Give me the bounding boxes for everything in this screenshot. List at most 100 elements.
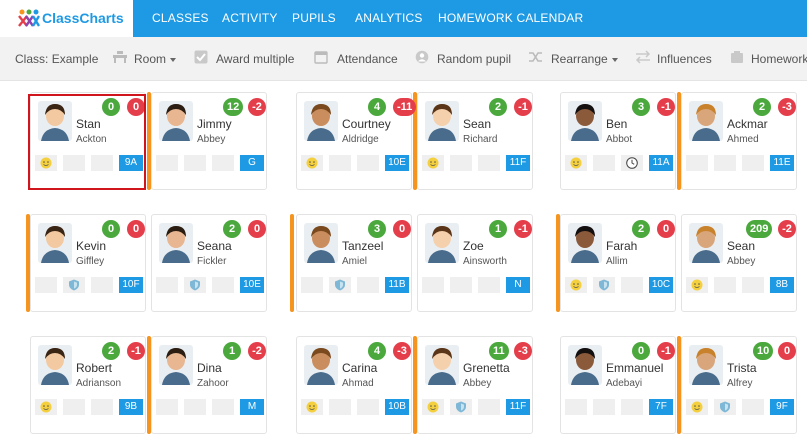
pupil-status-slot[interactable]	[478, 277, 500, 293]
pupil-status-slot[interactable]	[35, 277, 57, 293]
pupil-status-slot[interactable]	[450, 277, 472, 293]
pupil-status-slot[interactable]	[686, 399, 708, 415]
group-badge: 11F	[506, 399, 530, 415]
pupil-last-name: Aldridge	[342, 134, 379, 145]
pupil-status-slot[interactable]	[35, 155, 57, 171]
positive-points-badge: 11	[489, 342, 509, 360]
pupil-card[interactable]: 11 -3 Grenetta Abbey 11F	[417, 336, 533, 434]
pupil-status-slot[interactable]	[714, 155, 736, 171]
pupil-card[interactable]: 2 -1 Sean Richard 11F	[417, 92, 533, 190]
nav-activity[interactable]: ACTIVITY	[222, 11, 278, 25]
pupil-status-slot[interactable]	[91, 399, 113, 415]
attendance-button[interactable]: Attendance	[337, 52, 398, 66]
pupil-status-slot[interactable]	[301, 399, 323, 415]
pupil-card[interactable]: 0 -1 Emmanuel Adebayi 7F	[560, 336, 676, 434]
rearrange-menu[interactable]: Rearrange	[551, 52, 618, 66]
pupil-card[interactable]: 0 0 Kevin Giffley 10F	[30, 214, 146, 312]
pupil-card[interactable]: 2 -3 Ackmar Ahmed 11E	[681, 92, 797, 190]
pupil-status-slot[interactable]	[621, 399, 643, 415]
shield-icon	[599, 279, 609, 291]
pupil-card[interactable]: 2 -1 Robert Adrianson 9B	[30, 336, 146, 434]
pupil-status-slot[interactable]	[565, 155, 587, 171]
pupil-status-slot[interactable]	[184, 155, 206, 171]
pupil-status-slot[interactable]	[593, 399, 615, 415]
pupil-status-slot[interactable]	[422, 399, 444, 415]
negative-points-badge: 0	[248, 220, 266, 238]
nav-classes[interactable]: CLASSES	[152, 11, 209, 25]
positive-points-badge: 3	[368, 220, 386, 238]
pupil-status-slot[interactable]	[621, 277, 643, 293]
pupil-status-slot[interactable]	[301, 155, 323, 171]
pupil-status-slot[interactable]	[714, 277, 736, 293]
pupil-status-slot[interactable]	[156, 277, 178, 293]
pupil-status-slot[interactable]	[212, 399, 234, 415]
pupil-status-slot[interactable]	[184, 399, 206, 415]
pupil-status-slot[interactable]	[91, 155, 113, 171]
pupil-card[interactable]: 0 0 Stan Ackton 9A	[30, 92, 146, 190]
pupil-last-name: Allim	[606, 256, 628, 267]
pupil-status-slot[interactable]	[478, 399, 500, 415]
room-menu[interactable]: Room	[134, 52, 177, 66]
pupil-status-slot[interactable]	[357, 155, 379, 171]
class-label: Class:	[15, 52, 49, 66]
pupil-status-slot[interactable]	[593, 155, 615, 171]
pupil-status-slot[interactable]	[156, 155, 178, 171]
pupil-card[interactable]: 4 -11 Courtney Aldridge 10E	[296, 92, 417, 190]
random-pupil-button[interactable]: Random pupil	[437, 52, 511, 66]
pupil-status-slot[interactable]	[329, 399, 351, 415]
pupil-card[interactable]: 1 -2 Dina Zahoor M	[151, 336, 267, 434]
nav-analytics[interactable]: ANALYTICS	[355, 11, 423, 25]
nav-pupils[interactable]: PUPILS	[292, 11, 336, 25]
award-multiple-button[interactable]: Award multiple	[216, 52, 294, 66]
pupil-status-slot[interactable]	[156, 399, 178, 415]
homework-button[interactable]: Homework	[751, 52, 807, 66]
pupil-card[interactable]: 1 -1 Zoe Ainsworth N	[417, 214, 533, 312]
influences-button[interactable]: Influences	[657, 52, 712, 66]
pupil-card[interactable]: 3 -1 Ben Abbot 11A	[560, 92, 676, 190]
pupil-status-slot[interactable]	[63, 399, 85, 415]
pupil-status-slot[interactable]	[478, 155, 500, 171]
pupil-status-slot[interactable]	[329, 277, 351, 293]
pupil-status-slot[interactable]	[565, 399, 587, 415]
pupil-card[interactable]: 3 0 Tanzeel Amiel 11B	[296, 214, 412, 312]
shield-icon	[69, 279, 79, 291]
pupil-status-slot[interactable]	[357, 399, 379, 415]
pupil-card[interactable]: 2 0 Seana Fickler 10E	[151, 214, 267, 312]
random-pupil-icon	[415, 50, 429, 64]
pupil-card[interactable]: 12 -2 Jimmy Abbey G	[151, 92, 267, 190]
shield-icon	[456, 401, 466, 413]
pupil-status-slot[interactable]	[63, 277, 85, 293]
pupil-status-slot[interactable]	[450, 155, 472, 171]
smiley-icon	[691, 401, 703, 413]
pupil-status-slot[interactable]	[565, 277, 587, 293]
pupil-status-slot[interactable]	[714, 399, 736, 415]
pupil-status-slot[interactable]	[91, 277, 113, 293]
class-selector[interactable]: Class: Example	[15, 52, 98, 66]
pupil-status-slot[interactable]	[621, 155, 643, 171]
nav-homework-calendar[interactable]: HOMEWORK CALENDAR	[438, 11, 583, 25]
pupil-status-slot[interactable]	[742, 277, 764, 293]
pupil-avatar	[689, 101, 723, 141]
pupil-status-slot[interactable]	[184, 277, 206, 293]
pupil-status-slot[interactable]	[212, 155, 234, 171]
pupil-avatar	[304, 101, 338, 141]
pupil-card[interactable]: 4 -3 Carina Ahmad 10B	[296, 336, 412, 434]
pupil-status-slot[interactable]	[301, 277, 323, 293]
pupil-status-slot[interactable]	[742, 399, 764, 415]
pupil-card[interactable]: 209 -2 Sean Abbey 8B	[681, 214, 797, 312]
pupil-status-slot[interactable]	[357, 277, 379, 293]
brand-logo[interactable]: ClassCharts	[0, 0, 133, 37]
pupil-card[interactable]: 2 0 Farah Allim 10C	[560, 214, 676, 312]
pupil-status-slot[interactable]	[422, 155, 444, 171]
pupil-card[interactable]: 10 0 Trista Alfrey 9F	[681, 336, 797, 434]
pupil-status-slot[interactable]	[329, 155, 351, 171]
pupil-status-slot[interactable]	[686, 155, 708, 171]
pupil-status-slot[interactable]	[422, 277, 444, 293]
pupil-status-slot[interactable]	[212, 277, 234, 293]
pupil-status-slot[interactable]	[593, 277, 615, 293]
pupil-status-slot[interactable]	[450, 399, 472, 415]
pupil-status-slot[interactable]	[686, 277, 708, 293]
pupil-status-slot[interactable]	[63, 155, 85, 171]
pupil-status-slot[interactable]	[742, 155, 764, 171]
pupil-status-slot[interactable]	[35, 399, 57, 415]
